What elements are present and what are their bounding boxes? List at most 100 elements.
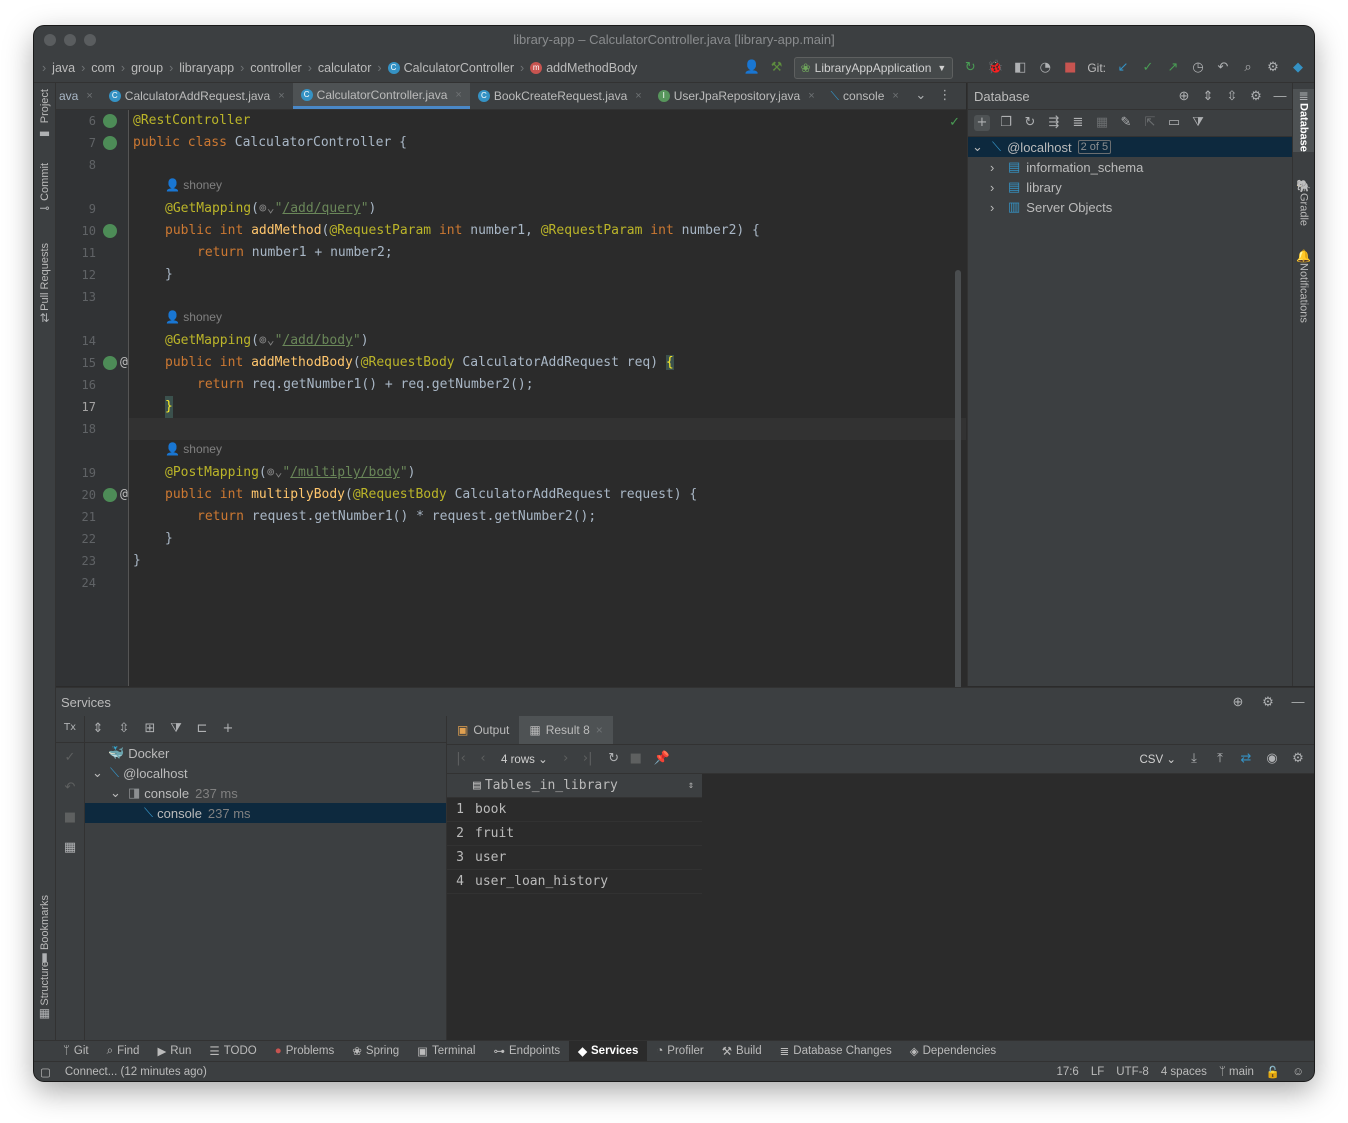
tool-tab-pull-requests[interactable]: Pull Requests ⇅ — [34, 243, 55, 325]
transaction-icon[interactable]: Tx — [62, 720, 78, 736]
tab-console[interactable]: ⟍ console × — [823, 83, 907, 109]
expand-all-icon[interactable]: ⇕ — [90, 721, 106, 737]
gear-icon[interactable]: ⚙ — [1248, 88, 1264, 104]
bottom-tab-spring[interactable]: ❀ Spring — [343, 1041, 408, 1061]
bottom-tab-services[interactable]: ◆ Services — [569, 1041, 648, 1061]
minimize-icon[interactable]: — — [1272, 88, 1288, 104]
copy-icon[interactable]: ❐ — [998, 115, 1014, 131]
panel-toggle-icon[interactable]: ▢ — [40, 1065, 51, 1079]
compare-icon[interactable]: ⇄ — [1238, 751, 1254, 767]
view-icon[interactable]: ◉ — [1264, 751, 1280, 767]
breadcrumb-controller[interactable]: controller — [250, 61, 301, 75]
chevron-right-icon[interactable]: › — [990, 180, 1004, 195]
breadcrumb-libraryapp[interactable]: libraryapp — [179, 61, 234, 75]
lock-icon[interactable]: 🔓 — [1266, 1065, 1280, 1079]
add-icon[interactable]: + — [974, 115, 990, 131]
debug-icon[interactable]: 🐞 — [987, 60, 1003, 76]
git-update-icon[interactable]: ↙ — [1115, 60, 1131, 76]
tab-calculator-controller[interactable]: C CalculatorController.java × — [292, 83, 470, 109]
chevron-down-icon[interactable]: ⌄ — [92, 765, 106, 781]
close-icon[interactable]: × — [596, 723, 603, 737]
tool-tab-structure[interactable]: Structure ▦ — [34, 961, 55, 1020]
close-icon[interactable]: × — [455, 89, 461, 101]
breadcrumb-class[interactable]: CalculatorController — [404, 61, 514, 75]
settings-icon[interactable]: ⚙ — [1265, 60, 1281, 76]
indent-setting[interactable]: 4 spaces — [1161, 1066, 1207, 1078]
gear-icon[interactable]: ⚙ — [1260, 694, 1276, 710]
profile-icon[interactable]: ◔ — [1037, 60, 1053, 76]
layout-icon[interactable]: ▦ — [62, 840, 78, 856]
table-row[interactable]: 2 fruit — [447, 822, 702, 846]
breadcrumb-group[interactable]: group — [131, 61, 163, 75]
stop-icon[interactable]: ■ — [1062, 60, 1078, 76]
build-hammer-icon[interactable]: ⚒ — [769, 60, 785, 76]
spring-bean-icon[interactable] — [103, 114, 117, 128]
run-configuration-select[interactable]: ❀ LibraryAppApplication ▼ — [793, 57, 954, 79]
bottom-tab-terminal[interactable]: ▣ Terminal — [408, 1041, 484, 1061]
tool-tab-bookmarks[interactable]: Bookmarks ▮ — [34, 895, 55, 964]
breadcrumb-calculator[interactable]: calculator — [318, 61, 372, 75]
rollback-icon[interactable]: ↶ — [1215, 60, 1231, 76]
chevron-right-icon[interactable]: › — [990, 160, 1004, 175]
refresh-icon[interactable]: ↻ — [606, 751, 622, 767]
bottom-tab-find[interactable]: ⌕ Find — [98, 1041, 149, 1061]
breadcrumb-method[interactable]: addMethodBody — [546, 61, 637, 75]
git-push-icon[interactable]: ↗ — [1165, 60, 1181, 76]
coverage-icon[interactable]: ◧ — [1012, 60, 1028, 76]
crosshair-icon[interactable]: ⊕ — [1176, 88, 1192, 104]
add-icon[interactable]: + — [220, 721, 236, 737]
close-icon[interactable]: × — [892, 90, 898, 102]
tab-book-create-request[interactable]: C BookCreateRequest.java × — [470, 83, 650, 109]
gear-icon[interactable]: ⚙ — [1290, 751, 1306, 767]
endpoint-icon[interactable] — [103, 224, 117, 238]
chevron-down-icon[interactable]: ⌄ — [913, 88, 929, 104]
table-row[interactable]: 3 user — [447, 846, 702, 870]
bottom-tab-endpoints[interactable]: ⊶ Endpoints — [485, 1041, 570, 1061]
column-header[interactable]: Tables_in_library — [485, 778, 618, 793]
filter-icon[interactable]: ⧩ — [168, 721, 184, 737]
expand-all-icon[interactable]: ⇕ — [1200, 88, 1216, 104]
bottom-tab-todo[interactable]: ☰ TODO — [200, 1041, 265, 1061]
filter-icon[interactable]: ⧩ — [1190, 115, 1206, 131]
export-format-select[interactable]: CSV ⌄ — [1140, 752, 1177, 766]
close-icon[interactable]: × — [86, 90, 92, 102]
db-tree-information-schema[interactable]: › ▤ information_schema — [968, 157, 1294, 177]
tab-result[interactable]: ▦ Result 8 × — [519, 716, 613, 744]
toolbox-icon[interactable]: ◆ — [1290, 60, 1306, 76]
collapse-all-icon[interactable]: ⇳ — [1224, 88, 1240, 104]
rerun-icon[interactable]: ↻ — [962, 60, 978, 76]
group-icon[interactable]: ⊞ — [142, 721, 158, 737]
git-commit-icon[interactable]: ✓ — [1140, 60, 1156, 76]
file-encoding[interactable]: UTF-8 — [1116, 1066, 1149, 1078]
breadcrumb-com[interactable]: com — [91, 61, 115, 75]
minimize-icon[interactable]: — — [1290, 694, 1306, 710]
bottom-tab-run[interactable]: ▶ Run — [148, 1041, 200, 1061]
tool-tab-gradle[interactable]: 🐘 Gradle — [1293, 179, 1314, 226]
sort-icon[interactable]: ⇕ — [688, 780, 694, 791]
bottom-tab-git[interactable]: ᛘ Git — [54, 1041, 98, 1061]
services-docker[interactable]: 🐳 Docker — [56, 743, 446, 763]
upload-icon[interactable]: ⤒ — [1212, 751, 1228, 767]
schema-icon[interactable]: ⇶ — [1046, 115, 1062, 131]
tab-output[interactable]: ▣ Output — [447, 716, 519, 744]
db-tree-library[interactable]: › ▤ library — [968, 177, 1294, 197]
tool-tab-database[interactable]: ≣ Database — [1293, 89, 1314, 152]
database-icon[interactable]: ≣ — [1070, 115, 1086, 131]
query-console-icon[interactable]: ▭ — [1166, 115, 1182, 131]
search-icon[interactable]: ⌕ — [1240, 60, 1256, 76]
crosshair-icon[interactable]: ⊕ — [1230, 694, 1246, 710]
history-icon[interactable]: ◷ — [1190, 60, 1206, 76]
rows-count-select[interactable]: 4 rows ⌄ — [501, 752, 548, 766]
tab-calculator-add-request[interactable]: C CalculatorAddRequest.java × — [101, 83, 293, 109]
chevron-down-icon[interactable]: ⌄ — [972, 139, 986, 155]
endpoint-icon[interactable] — [103, 488, 117, 502]
services-console[interactable]: ⟍ console 237 ms — [84, 803, 446, 823]
edit-icon[interactable]: ✎ — [1118, 115, 1134, 131]
smile-icon[interactable]: ☺ — [1292, 1066, 1304, 1078]
download-icon[interactable]: ⤓ — [1186, 751, 1202, 767]
db-tree-localhost[interactable]: ⌄ ⟍ @localhost 2 of 5 — [968, 137, 1294, 157]
at-icon[interactable]: @ — [120, 352, 128, 374]
at-icon[interactable]: @ — [120, 484, 128, 506]
endpoint-icon[interactable] — [103, 356, 117, 370]
add-user-icon[interactable]: 👤 — [744, 60, 760, 76]
